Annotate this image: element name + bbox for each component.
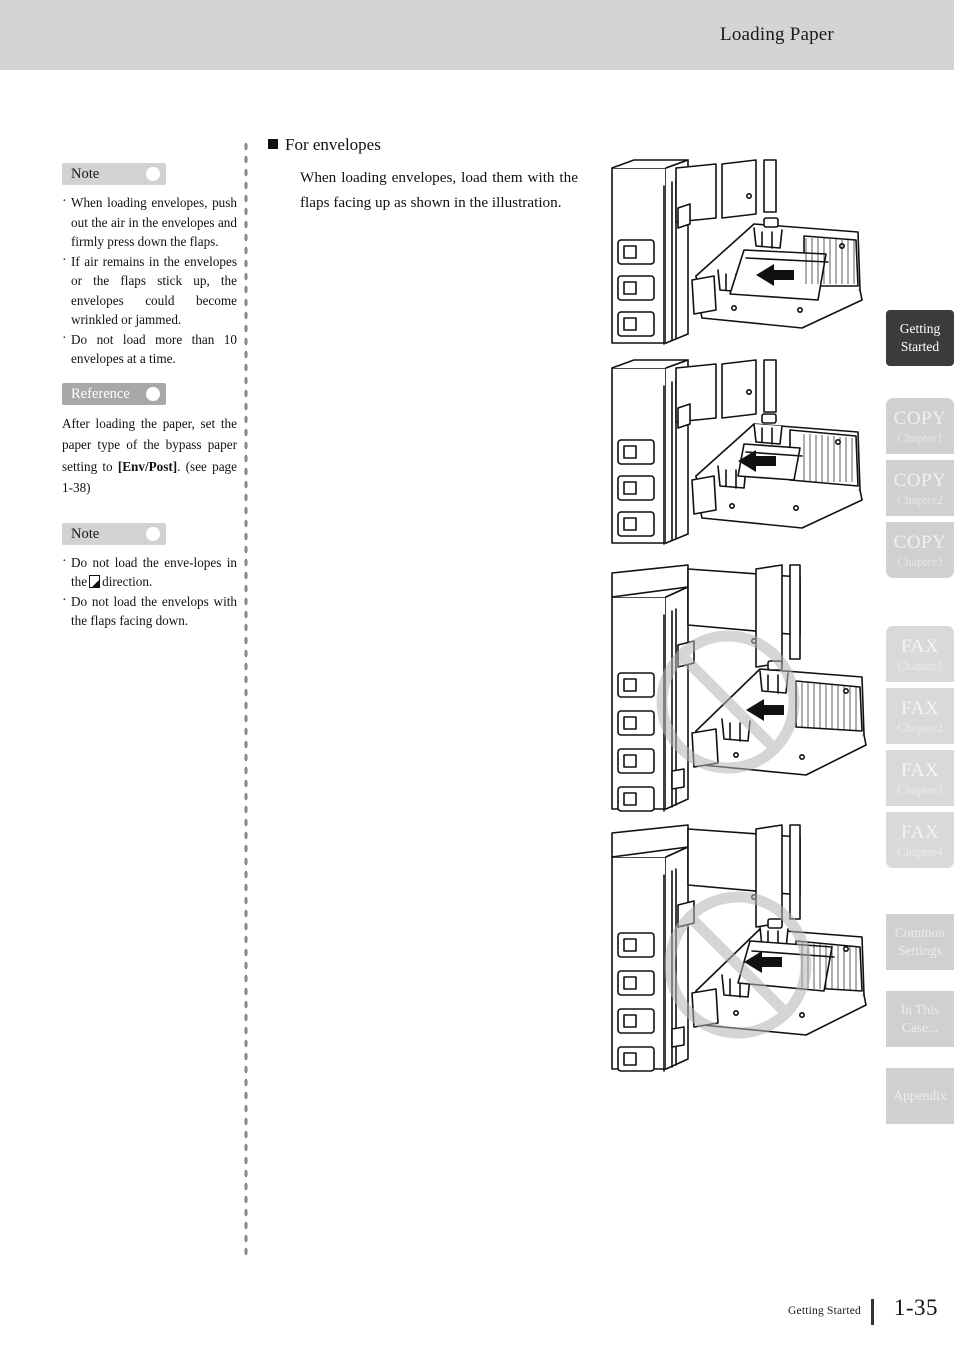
- tab-label-line2: Case...: [901, 1020, 939, 1035]
- sidebar-tab-getting-started[interactable]: Getting Started: [886, 310, 954, 366]
- tab-label-line2: Chapter2: [897, 720, 943, 735]
- sidebar-tab-common-settings[interactable]: Common Settings: [886, 914, 954, 970]
- reference-label-text: Reference: [71, 385, 130, 402]
- tab-label-line2: Chapter3: [897, 554, 943, 569]
- sidebar-tab-fax-chapter1[interactable]: FAX Chapter1: [886, 626, 954, 682]
- figure-bypass-tray-2: [604, 358, 876, 550]
- tab-label-line1: Common: [894, 925, 946, 940]
- tab-label-line1: Appendix: [893, 1088, 947, 1103]
- tab-label-line2: Started: [900, 339, 940, 354]
- tab-label-line1: FAX: [900, 697, 940, 719]
- column-divider-dotted-line: [243, 140, 249, 1260]
- sidebar-tab-fax-chapter2[interactable]: FAX Chapter2: [886, 688, 954, 744]
- page-header-band: Loading Paper: [0, 0, 954, 70]
- tab-label-line1: FAX: [900, 759, 940, 781]
- tab-label-line2: Chapter1: [897, 430, 943, 445]
- sidebar-tab-in-this-case[interactable]: In This Case...: [886, 991, 954, 1047]
- tab-label-line1: FAX: [900, 821, 940, 843]
- tab-label-line1: COPY: [893, 531, 947, 553]
- portrait-orientation-icon: [89, 575, 101, 588]
- tab-label-line2: Settings: [898, 943, 942, 958]
- footer-divider-rule: [871, 1299, 874, 1325]
- tab-label-line2: Chapter1: [897, 658, 943, 673]
- reference-label: Reference: [62, 382, 166, 405]
- note-item-text-after: direction.: [102, 574, 153, 589]
- figure-4-artwork: [611, 824, 867, 1072]
- note-label-2: Note: [62, 522, 166, 545]
- footer-chapter-label: Getting Started: [788, 1305, 861, 1317]
- figure-bypass-tray-4-prohibited: [604, 823, 876, 1075]
- note-list-2: Do not load the enve-lopes in thedirecti…: [62, 552, 237, 631]
- figure-3-artwork: [611, 564, 867, 812]
- bullet-square-icon: [268, 139, 278, 149]
- tab-label-line1: Getting: [899, 321, 941, 336]
- section-heading: For envelopes: [268, 134, 578, 156]
- sidebar-tab-fax-chapter4[interactable]: FAX Chapter4: [886, 812, 954, 868]
- section-heading-text: For envelopes: [285, 135, 381, 154]
- tab-label-line2: Chapter3: [897, 782, 943, 797]
- page-footer: Getting Started 1-35: [600, 1295, 954, 1336]
- note-badge-circle-icon: [146, 526, 160, 541]
- reference-setting-value: [Env/Post]: [117, 458, 178, 474]
- section-body-text: When loading envelopes, load them with t…: [300, 169, 578, 211]
- tab-label-line1: COPY: [893, 407, 947, 429]
- note-label-2-text: Note: [71, 525, 100, 542]
- figure-1-artwork: [611, 159, 863, 345]
- tab-label-line1: In This: [900, 1002, 940, 1017]
- note-item: Do not load more than 10 envelopes at a …: [62, 329, 237, 369]
- side-notes-column: Note When loading envelopes, push out th…: [62, 163, 237, 631]
- note-item: When loading envelopes, push out the air…: [62, 192, 237, 252]
- figure-bypass-tray-1: [604, 158, 876, 350]
- note-list-1: When loading envelopes, push out the air…: [62, 192, 237, 369]
- note-label-1: Note: [62, 163, 166, 185]
- note-item: If air remains in the envelopes or the f…: [62, 251, 237, 330]
- sidebar-tab-copy-chapter3[interactable]: COPY Chapter3: [886, 522, 954, 578]
- tab-label-line2: Chapter4: [897, 844, 943, 859]
- main-content-column: For envelopes When loading envelopes, lo…: [268, 134, 578, 215]
- figure-bypass-tray-3-prohibited: [604, 563, 876, 815]
- tab-label-line1: FAX: [900, 635, 940, 657]
- sidebar-tab-copy-chapter2[interactable]: COPY Chapter2: [886, 460, 954, 516]
- note-badge-circle-icon: [146, 167, 160, 181]
- note-item: Do not load the envelops with the flaps …: [62, 591, 237, 631]
- sidebar-tab-copy-chapter1[interactable]: COPY Chapter1: [886, 398, 954, 454]
- reference-paragraph: After loading the paper, set the paper t…: [62, 413, 237, 499]
- note-label-1-text: Note: [71, 166, 100, 182]
- reference-badge-circle-icon: [146, 386, 160, 401]
- tab-label-line1: COPY: [893, 469, 947, 491]
- sidebar-tab-fax-chapter3[interactable]: FAX Chapter3: [886, 750, 954, 806]
- tab-label-line2: Chapter2: [897, 492, 943, 507]
- chapter-index-tab-rail: Getting Started COPY Chapter1 COPY Chapt…: [886, 0, 954, 1350]
- figure-2-artwork: [611, 359, 863, 545]
- note-item: Do not load the enve-lopes in thedirecti…: [62, 552, 237, 592]
- footer-page-number: 1-35: [893, 1295, 938, 1320]
- sidebar-tab-appendix[interactable]: Appendix: [886, 1068, 954, 1124]
